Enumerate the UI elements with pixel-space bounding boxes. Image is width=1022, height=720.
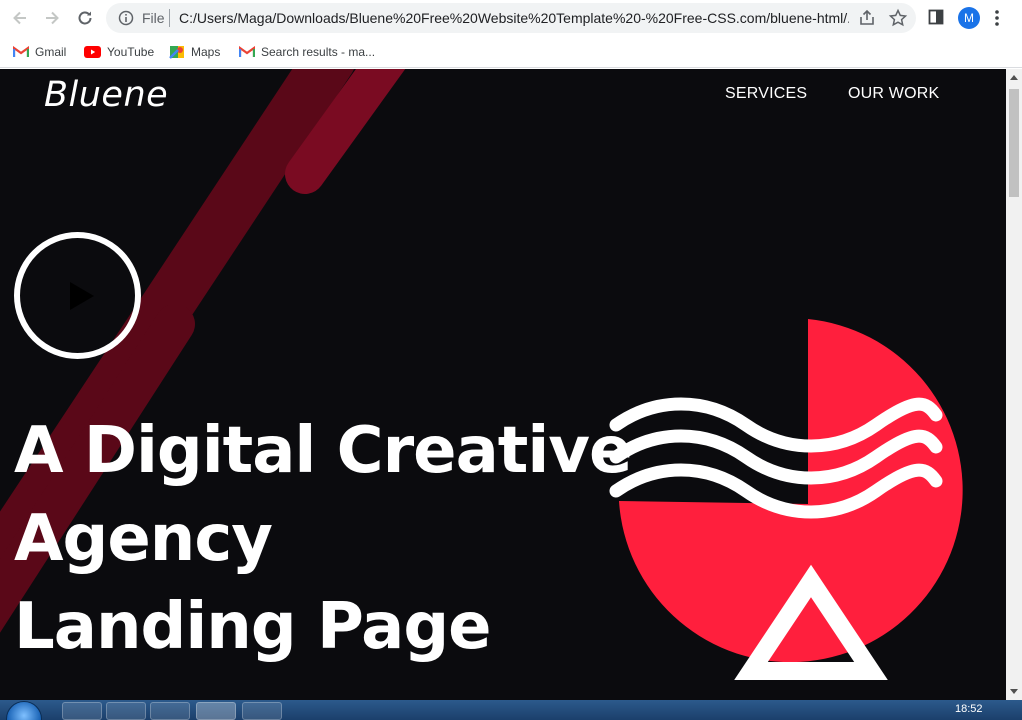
bookmark-label: Gmail bbox=[35, 45, 67, 59]
taskbar-media[interactable] bbox=[150, 702, 190, 720]
bookmark-label: YouTube bbox=[107, 45, 155, 59]
share-icon[interactable] bbox=[858, 9, 876, 27]
start-button[interactable] bbox=[6, 701, 42, 720]
address-bar[interactable]: File C:/Users/Maga/Downloads/Bluene%20Fr… bbox=[106, 3, 916, 33]
url-divider bbox=[169, 9, 170, 27]
nav-services[interactable]: SERVICES bbox=[725, 85, 807, 103]
scroll-down-arrow-icon[interactable] bbox=[1010, 689, 1018, 694]
hero-heading: A Digital Creative Agency Landing Page bbox=[14, 407, 632, 671]
file-scheme-label: File bbox=[142, 10, 165, 26]
maps-icon bbox=[169, 46, 184, 59]
taskbar-ie[interactable] bbox=[62, 702, 102, 720]
url-text[interactable]: C:/Users/Maga/Downloads/Bluene%20Free%20… bbox=[179, 10, 849, 26]
side-panel-icon[interactable] bbox=[928, 9, 944, 25]
site-logo[interactable]: Bluene bbox=[44, 75, 168, 115]
taskbar-chrome[interactable] bbox=[196, 702, 236, 720]
hero-illustration bbox=[609, 319, 963, 680]
hero-heading-line-2: Agency bbox=[14, 502, 273, 576]
system-clock[interactable]: 18:52 bbox=[955, 703, 983, 715]
profile-avatar[interactable]: M bbox=[958, 7, 980, 29]
gmail-icon bbox=[13, 46, 29, 57]
forward-button[interactable] bbox=[40, 6, 64, 30]
bookmark-youtube[interactable]: YouTube bbox=[84, 42, 154, 62]
taskbar-app[interactable] bbox=[242, 702, 282, 720]
gmail-icon bbox=[239, 46, 255, 57]
youtube-icon bbox=[84, 46, 101, 58]
reload-button[interactable] bbox=[73, 6, 97, 30]
bookmark-star-icon[interactable] bbox=[888, 8, 908, 28]
play-icon bbox=[70, 282, 94, 310]
page-viewport: Bluene SERVICES OUR WORK A Digital Creat… bbox=[0, 69, 1006, 700]
bookmarks-bar: Gmail YouTube Maps Search results - ma..… bbox=[0, 36, 1022, 68]
info-icon[interactable] bbox=[118, 10, 134, 26]
hero-heading-line-1: A Digital Creative bbox=[14, 414, 632, 488]
nav-our-work[interactable]: OUR WORK bbox=[848, 85, 939, 103]
taskbar-explorer[interactable] bbox=[106, 702, 146, 720]
kebab-menu-icon[interactable] bbox=[994, 9, 1000, 27]
back-button[interactable] bbox=[8, 6, 32, 30]
bookmark-maps[interactable]: Maps bbox=[169, 42, 220, 62]
bookmark-label: Maps bbox=[191, 45, 221, 59]
os-taskbar: 18:52 bbox=[0, 700, 1022, 720]
arrow-left-icon bbox=[13, 11, 26, 25]
bookmark-label: Search results - ma... bbox=[261, 45, 376, 59]
bookmark-gmail[interactable]: Gmail bbox=[13, 42, 66, 62]
browser-toolbar: File C:/Users/Maga/Downloads/Bluene%20Fr… bbox=[0, 0, 1022, 36]
hero-heading-line-3: Landing Page bbox=[14, 590, 492, 664]
bookmark-search-results[interactable]: Search results - ma... bbox=[239, 42, 375, 62]
reload-icon bbox=[78, 11, 92, 25]
scroll-thumb[interactable] bbox=[1009, 89, 1019, 197]
page-scrollbar[interactable] bbox=[1006, 69, 1022, 700]
play-button[interactable] bbox=[14, 232, 141, 359]
scroll-up-arrow-icon[interactable] bbox=[1010, 75, 1018, 80]
arrow-right-icon bbox=[46, 11, 59, 25]
